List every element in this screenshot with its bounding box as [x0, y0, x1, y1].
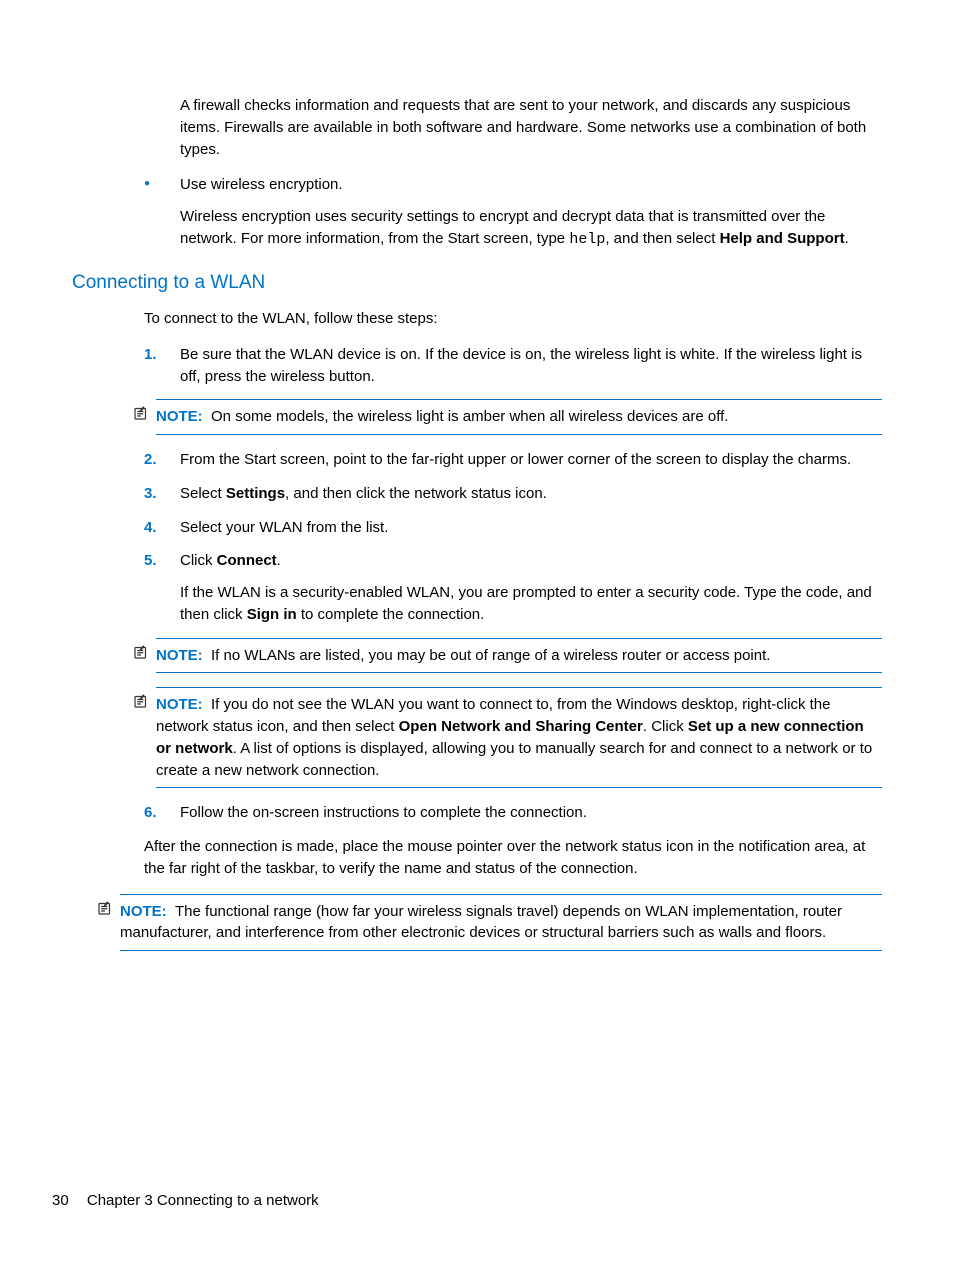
step-number: 5. — [144, 550, 157, 572]
text-fragment: Select — [180, 485, 226, 502]
bold-text: Settings — [226, 485, 285, 502]
firewall-paragraph: A firewall checks information and reques… — [180, 95, 882, 160]
text-fragment: . Click — [643, 718, 688, 735]
code-text: help — [569, 231, 605, 248]
bold-text: Open Network and Sharing Center — [399, 718, 643, 735]
note-block: NOTE: The functional range (how far your… — [120, 894, 882, 952]
bold-text: Sign in — [247, 606, 297, 623]
step-2: 2. From the Start screen, point to the f… — [144, 449, 882, 471]
note-text: On some models, the wireless light is am… — [211, 408, 728, 425]
steps-intro: To connect to the WLAN, follow these ste… — [144, 308, 882, 330]
note-block: NOTE: If you do not see the WLAN you wan… — [156, 687, 882, 788]
text-fragment: , and then click the network status icon… — [285, 485, 547, 502]
text-fragment: Click — [180, 552, 217, 569]
note-icon — [132, 404, 150, 422]
page-content: A firewall checks information and reques… — [0, 0, 954, 951]
text-fragment: to complete the connection. — [297, 606, 485, 623]
step-number: 2. — [144, 449, 157, 471]
ordered-list: 6. Follow the on-screen instructions to … — [144, 802, 882, 824]
note-text: If you do not see the WLAN you want to c… — [156, 696, 872, 778]
bullet-lead: Use wireless encryption. — [180, 176, 343, 193]
note-label: NOTE: — [156, 408, 203, 425]
step-text: Be sure that the WLAN device is on. If t… — [180, 346, 862, 385]
note-label: NOTE: — [156, 647, 203, 664]
step-text: From the Start screen, point to the far-… — [180, 451, 851, 468]
note-icon — [132, 692, 150, 710]
step-number: 3. — [144, 483, 157, 505]
step-3: 3. Select Settings, and then click the n… — [144, 483, 882, 505]
step-text: Click Connect. — [180, 552, 281, 569]
step-number: 1. — [144, 344, 157, 366]
step-number: 6. — [144, 802, 157, 824]
step-text: Select your WLAN from the list. — [180, 519, 388, 536]
chapter-title: Chapter 3 Connecting to a network — [87, 1192, 319, 1209]
note-block: NOTE: On some models, the wireless light… — [156, 399, 882, 435]
step-6: 6. Follow the on-screen instructions to … — [144, 802, 882, 824]
note-block: NOTE: If no WLANs are listed, you may be… — [156, 638, 882, 674]
step-4: 4. Select your WLAN from the list. — [144, 517, 882, 539]
note-label: NOTE: — [156, 696, 203, 713]
page-footer: 30 Chapter 3 Connecting to a network — [52, 1190, 319, 1212]
page-number: 30 — [52, 1192, 69, 1209]
note-label: NOTE: — [120, 903, 167, 920]
bullet-item: Use wireless encryption. Wireless encryp… — [140, 174, 882, 250]
step-5: 5. Click Connect. If the WLAN is a secur… — [144, 550, 882, 625]
ordered-list: 1. Be sure that the WLAN device is on. I… — [144, 344, 882, 388]
note-icon — [132, 643, 150, 661]
bold-text: Help and Support — [720, 230, 845, 247]
step-text: Follow the on-screen instructions to com… — [180, 804, 587, 821]
bullet-body: Wireless encryption uses security settin… — [180, 206, 882, 251]
ordered-list: 2. From the Start screen, point to the f… — [144, 449, 882, 626]
step-text: Select Settings, and then click the netw… — [180, 485, 547, 502]
bullet-list: Use wireless encryption. Wireless encryp… — [140, 174, 882, 250]
text-fragment: . — [845, 230, 849, 247]
text-fragment: , and then select — [605, 230, 719, 247]
note-text: If no WLANs are listed, you may be out o… — [211, 647, 770, 664]
bold-text: Connect — [217, 552, 277, 569]
step-body: If the WLAN is a security-enabled WLAN, … — [180, 582, 882, 626]
step-number: 4. — [144, 517, 157, 539]
text-fragment: . — [277, 552, 281, 569]
step-1: 1. Be sure that the WLAN device is on. I… — [144, 344, 882, 388]
text-fragment: . A list of options is displayed, allowi… — [156, 740, 872, 779]
note-text: The functional range (how far your wirel… — [120, 903, 842, 942]
after-paragraph: After the connection is made, place the … — [144, 836, 882, 880]
section-heading: Connecting to a WLAN — [72, 269, 882, 297]
note-icon — [96, 899, 114, 917]
